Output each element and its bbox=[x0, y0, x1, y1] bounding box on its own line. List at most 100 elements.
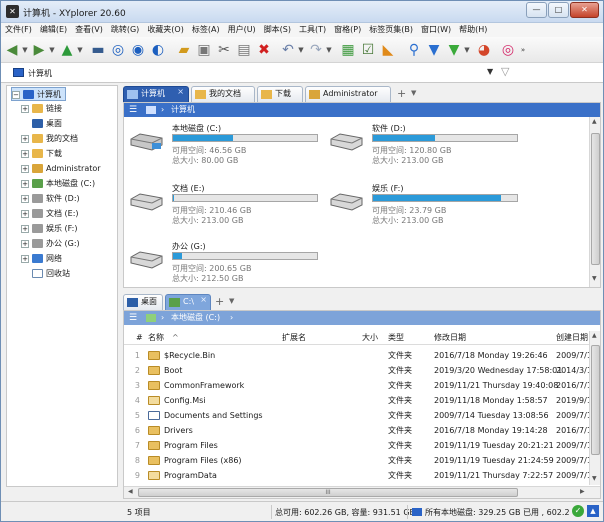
tree-node-drive-g[interactable]: + 办公 (G:) bbox=[21, 237, 80, 251]
drive-tile-e[interactable]: 文档 (E:) 可用空间: 210.46 GB 总大小: 213.00 GB bbox=[128, 183, 318, 229]
table-row[interactable]: 7 Program Files 文件夹 2019/11/19 Tuesday 2… bbox=[124, 438, 600, 453]
cut-icon[interactable]: ✂ bbox=[215, 41, 233, 59]
expand-icon[interactable]: + bbox=[21, 179, 29, 188]
table-row[interactable]: 9 ProgramData 文件夹 2019/11/21 Thursday 7:… bbox=[124, 468, 600, 483]
undo-history-icon[interactable]: ▼ bbox=[297, 41, 305, 59]
expand-icon[interactable]: + bbox=[21, 239, 29, 248]
scroll-down-icon[interactable]: ▼ bbox=[592, 475, 597, 482]
hamburger-icon[interactable]: ☰ bbox=[129, 103, 137, 117]
tab-desktop[interactable]: 桌面 bbox=[123, 294, 163, 310]
tree-node-computer[interactable]: − 计算机 bbox=[11, 87, 66, 101]
menu-favorites[interactable]: 收藏夹(O) bbox=[143, 23, 188, 37]
column-index[interactable]: # bbox=[136, 331, 143, 345]
scroll-right-icon[interactable]: ▶ bbox=[580, 488, 585, 495]
address-dropdown-icon[interactable]: ▼ bbox=[487, 67, 493, 76]
catalog-icon[interactable]: ◎ bbox=[499, 41, 517, 59]
table-row[interactable]: 2 Boot 文件夹 2019/3/20 Wednesday 17:58:01 … bbox=[124, 363, 600, 378]
pane2-horizontal-scrollbar[interactable]: ◀ III ▶ bbox=[124, 486, 600, 498]
menu-scripting[interactable]: 脚本(S) bbox=[260, 23, 295, 37]
horizontal-scroll-thumb[interactable]: III bbox=[138, 488, 518, 497]
visual-filter-icon[interactable]: ▼ bbox=[445, 41, 463, 59]
highlight-icon[interactable]: ◣ bbox=[379, 41, 397, 59]
dual-pane-icon[interactable]: ▦ bbox=[339, 41, 357, 59]
up-icon[interactable]: ▲ bbox=[58, 41, 76, 59]
desktop-icon[interactable]: ▬ bbox=[89, 41, 107, 59]
tab-administrator[interactable]: Administrator bbox=[305, 86, 391, 102]
redo-history-icon[interactable]: ▼ bbox=[325, 41, 333, 59]
tab-list-icon[interactable]: ▼ bbox=[411, 89, 416, 97]
search-icon[interactable]: ⚲ bbox=[405, 41, 423, 59]
paste-icon[interactable]: ▤ bbox=[235, 41, 253, 59]
tab-close-icon[interactable]: × bbox=[200, 293, 207, 307]
target-icon[interactable]: ◎ bbox=[109, 41, 127, 59]
menu-user[interactable]: 用户(U) bbox=[224, 23, 260, 37]
menu-go[interactable]: 跳转(G) bbox=[107, 23, 143, 37]
funnel-icon[interactable]: ▽ bbox=[501, 65, 509, 78]
expand-icon[interactable]: + bbox=[21, 209, 29, 218]
expand-icon[interactable]: + bbox=[21, 164, 29, 173]
expand-icon[interactable]: + bbox=[21, 224, 29, 233]
folder-tree[interactable]: − 计算机 + 链接 桌面 + 我的文档 + 下载 + Administrator + 本地… bbox=[6, 85, 118, 487]
redo-icon[interactable]: ↷ bbox=[307, 41, 325, 59]
menu-tabs[interactable]: 标签(A) bbox=[188, 23, 224, 37]
tab-list-icon[interactable]: ▼ bbox=[229, 297, 234, 305]
menu-file[interactable]: 文件(F) bbox=[1, 23, 36, 37]
tab-my-documents[interactable]: 我的文档 bbox=[191, 86, 255, 102]
forward-icon[interactable]: ▶ bbox=[30, 41, 48, 59]
scroll-thumb[interactable] bbox=[591, 345, 600, 455]
tree-node-drive-f[interactable]: + 娱乐 (F:) bbox=[21, 222, 77, 236]
new-tab-button[interactable]: + bbox=[397, 87, 406, 100]
expand-icon[interactable]: + bbox=[21, 104, 29, 113]
address-bar[interactable]: 计算机 ▼ ▽ bbox=[1, 63, 603, 83]
table-row[interactable]: 5 Documents and Settings 文件夹 2009/7/14 T… bbox=[124, 408, 600, 423]
title-bar[interactable]: ✕ 计算机 - XYplorer 20.60 — □ ✕ bbox=[1, 1, 603, 23]
table-row[interactable]: 4 Config.Msi 文件夹 2019/11/18 Monday 1:58:… bbox=[124, 393, 600, 408]
tree-node-drive-d[interactable]: + 软件 (D:) bbox=[21, 192, 80, 206]
checkbox-icon[interactable]: ☑ bbox=[359, 41, 377, 59]
close-button[interactable]: ✕ bbox=[570, 2, 599, 18]
copy-icon[interactable]: ▣ bbox=[195, 41, 213, 59]
expand-icon[interactable]: + bbox=[21, 149, 29, 158]
refresh-icon[interactable]: ◉ bbox=[129, 41, 147, 59]
drive-tile-f[interactable]: 娱乐 (F:) 可用空间: 23.79 GB 总大小: 213.00 GB bbox=[328, 183, 518, 229]
breadcrumb[interactable]: ☰ › 计算机 bbox=[124, 103, 600, 117]
scroll-thumb[interactable] bbox=[591, 133, 600, 265]
column-modified[interactable]: 修改日期 bbox=[434, 331, 466, 345]
color-filter-icon[interactable]: ◕ bbox=[475, 41, 493, 59]
tab-drive-c[interactable]: C:\ × bbox=[165, 294, 211, 310]
tab-close-icon[interactable]: × bbox=[177, 85, 184, 99]
tab-downloads[interactable]: 下载 bbox=[257, 86, 303, 102]
menu-panes[interactable]: 窗格(P) bbox=[330, 23, 365, 37]
new-tab-button[interactable]: + bbox=[215, 295, 224, 308]
pane2-scrollbar[interactable]: ▲ ▼ bbox=[589, 331, 600, 485]
filter-icon[interactable]: ▼ bbox=[425, 41, 443, 59]
scroll-up-icon[interactable]: ▲ bbox=[592, 118, 597, 125]
tree-node-links[interactable]: + 链接 bbox=[21, 102, 62, 116]
tree-node-network[interactable]: + 网络 bbox=[21, 252, 62, 266]
collapse-icon[interactable]: − bbox=[12, 90, 20, 99]
maximize-button[interactable]: □ bbox=[548, 2, 569, 18]
expand-icon[interactable]: + bbox=[21, 254, 29, 263]
back-icon[interactable]: ◀ bbox=[3, 41, 21, 59]
new-folder-icon[interactable]: ▰ bbox=[175, 41, 193, 59]
table-row[interactable]: 3 CommonFramework 文件夹 2019/11/21 Thursda… bbox=[124, 378, 600, 393]
minimize-button[interactable]: — bbox=[526, 2, 547, 18]
tree-node-drive-e[interactable]: + 文档 (E:) bbox=[21, 207, 79, 221]
toolbar-overflow-icon[interactable]: » bbox=[519, 41, 527, 59]
history-icon[interactable]: ◐ bbox=[149, 41, 167, 59]
scroll-down-icon[interactable]: ▼ bbox=[592, 275, 597, 282]
menu-window[interactable]: 窗口(W) bbox=[417, 23, 455, 37]
column-extension[interactable]: 扩展名 bbox=[282, 331, 306, 345]
tree-node-recycle-bin[interactable]: 回收站 bbox=[32, 267, 70, 281]
filter-menu-icon[interactable]: ▼ bbox=[463, 41, 471, 59]
address-text[interactable]: 计算机 bbox=[28, 68, 52, 79]
pane1-scrollbar[interactable]: ▲ ▼ bbox=[589, 117, 600, 287]
menu-tools[interactable]: 工具(T) bbox=[295, 23, 330, 37]
breadcrumb-item[interactable]: 计算机 bbox=[171, 103, 195, 117]
breadcrumb[interactable]: ☰ › 本地磁盘 (C:) › bbox=[124, 311, 600, 325]
scroll-left-icon[interactable]: ◀ bbox=[128, 488, 133, 495]
menu-help[interactable]: 帮助(H) bbox=[455, 23, 491, 37]
drive-tile-d[interactable]: 软件 (D:) 可用空间: 120.80 GB 总大小: 213.00 GB bbox=[328, 123, 518, 169]
forward-history-icon[interactable]: ▼ bbox=[48, 41, 56, 59]
back-history-icon[interactable]: ▼ bbox=[21, 41, 29, 59]
